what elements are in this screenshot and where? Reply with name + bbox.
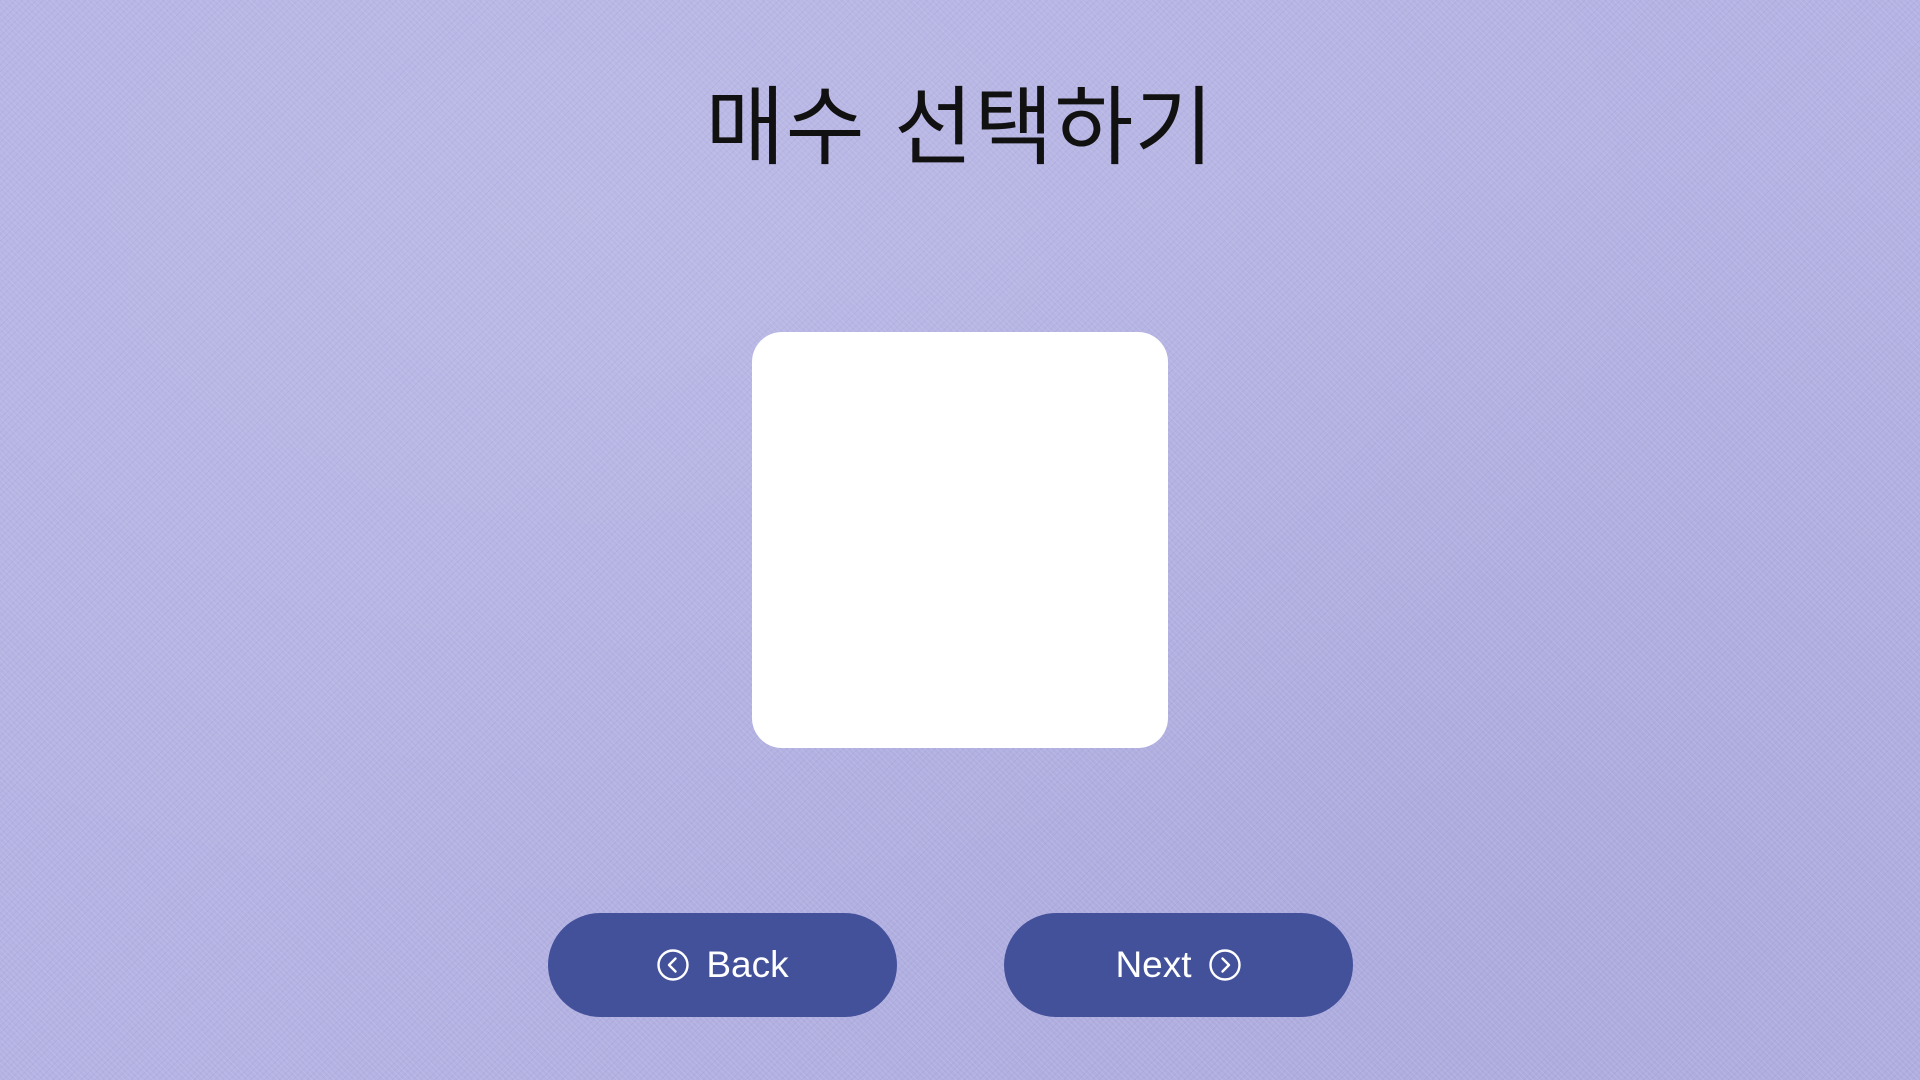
preview-card <box>752 332 1168 748</box>
back-button[interactable]: Back <box>548 913 897 1017</box>
back-button-label: Back <box>706 944 789 985</box>
next-button[interactable]: Next <box>1004 913 1353 1017</box>
page-title: 매수 선택하기 <box>705 78 1215 178</box>
chevron-left-circle-icon <box>656 948 690 982</box>
next-button-label: Next <box>1115 944 1192 985</box>
chevron-right-circle-icon <box>1208 948 1242 982</box>
